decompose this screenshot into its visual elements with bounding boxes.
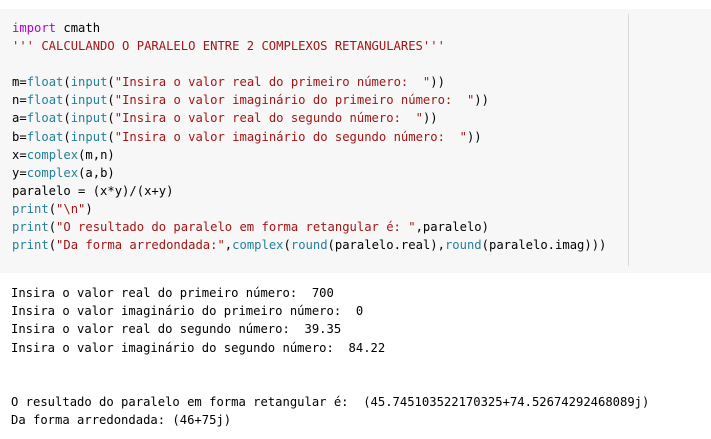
code-line-input-b: b=float(input("Insira o valor imaginário… [12,129,482,144]
code-line-docstring: ''' CALCULANDO O PARALELO ENTRE 2 COMPLE… [12,39,445,54]
code-line-print-newline: print("\n") [12,201,93,216]
output-line-result: O resultado do paralelo em forma retangu… [11,395,650,410]
code-line-paralelo: paralelo = (x*y)/(x+y) [12,183,174,198]
cell-output: Insira o valor real do primeiro número: … [11,284,649,430]
code-line-input-m: m=float(input("Insira o valor real do pr… [12,75,445,90]
output-blank-line [11,375,649,393]
code-line-input-n: n=float(input("Insira o valor imaginário… [12,93,489,108]
output-line: Insira o valor real do primeiro número: … [11,286,334,300]
code-line-complex-x: x=complex(m,n) [12,147,115,162]
output-blank-line [11,357,649,375]
code-line-import: import cmath [12,21,101,35]
output-line: Insira o valor imaginário do primeiro nú… [11,304,364,319]
line-length-ruler [628,14,629,266]
code-line-complex-y: y=complex(a,b) [12,165,115,180]
code-line-print-result: print("O resultado do paralelo em forma … [12,220,489,235]
output-line: Insira o valor real do segundo número: 3… [11,322,342,337]
code-cell[interactable]: import cmath ''' CALCULANDO O PARALELO EN… [0,9,711,273]
output-line: Insira o valor imaginário do segundo núm… [11,340,386,355]
code-line-input-a: a=float(input("Insira o valor real do se… [12,111,438,126]
code-line-print-rounded: print("Da forma arredondada:",complex(ro… [12,238,607,253]
notebook-page: import cmath ''' CALCULANDO O PARALELO EN… [0,0,711,439]
code-editor[interactable]: import cmath ''' CALCULANDO O PARALELO EN… [12,19,606,254]
output-line-rounded: Da forma arredondada: (46+75j) [11,413,232,428]
